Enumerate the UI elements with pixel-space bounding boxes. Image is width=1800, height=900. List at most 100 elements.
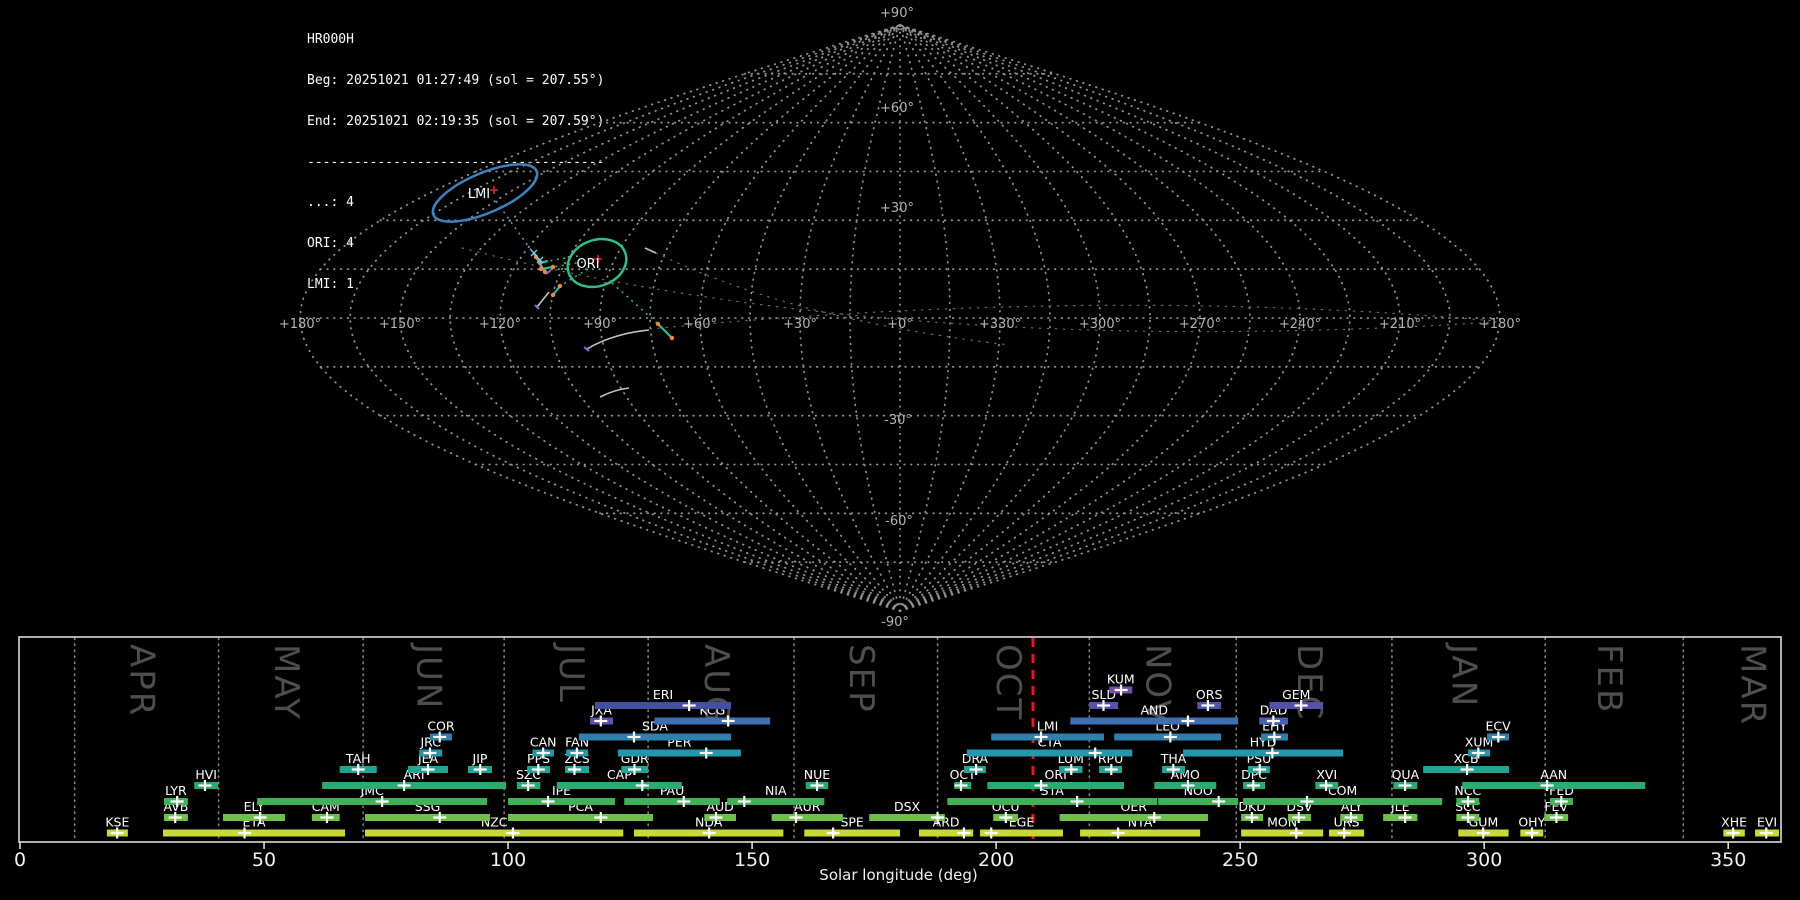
bar-PCA (508, 814, 654, 821)
month-label-APR: APR (121, 644, 161, 717)
bar-label-LMI: LMI (1037, 719, 1058, 734)
bar-label-ORS: ORS (1196, 687, 1223, 702)
x-tick-label: 200 (978, 849, 1014, 871)
bar-label-ECV: ECV (1485, 719, 1511, 734)
bar-label-CAN: CAN (530, 735, 557, 750)
bar-label-JIP: JIP (472, 751, 488, 766)
radiant-map-and-activity-chart: LMI ORI +90° -90° +60° +30° -30° -60° +180° +150°… (14, 6, 1782, 884)
bar-label-NUE: NUE (804, 767, 830, 782)
month-label-SEP: SEP (841, 644, 881, 714)
trail-endpoint-dot (550, 292, 556, 298)
bar-AAN (1462, 782, 1646, 789)
longitude-label: +60° (683, 317, 717, 332)
month-label-MAR: MAR (1733, 644, 1773, 726)
south-pole-label: -90° (881, 615, 909, 630)
longitude-label: +210° (1379, 317, 1421, 332)
sky-map: LMI ORI +90° -90° +60° +30° -30° -60° +180° +150°… (279, 6, 1521, 630)
bar-label-EVI: EVI (1757, 815, 1777, 830)
bar-NZC (365, 829, 624, 837)
bar-label-SPE: SPE (840, 815, 863, 830)
bar-AND (1070, 717, 1239, 725)
bar-label-XHE: XHE (1721, 815, 1747, 830)
x-tick-label: 0 (14, 849, 26, 871)
month-label-FEB: FEB (1589, 644, 1629, 714)
longitude-label: +30° (783, 317, 817, 332)
longitude-label: +120° (479, 317, 521, 332)
sporadic-meteor-trail (586, 329, 650, 350)
bar-STA (947, 798, 1158, 805)
bar-NOO (1158, 798, 1239, 805)
month-label-DEC: DEC (1289, 644, 1329, 721)
trail-endpoint-dot (669, 335, 675, 341)
sporadic-meteor-trail (536, 291, 550, 308)
month-label-OCT: OCT (988, 644, 1028, 721)
longitude-label: +180° (1479, 317, 1521, 332)
bar-label-LYR: LYR (165, 783, 187, 798)
bar-label-TAH: TAH (345, 751, 371, 766)
bar-SDA (578, 733, 732, 741)
shower-meteor-trail (657, 323, 673, 339)
x-tick-label: 350 (1710, 849, 1746, 871)
month-label-JUL: JUL (551, 642, 591, 704)
bar-label-XVI: XVI (1316, 767, 1337, 782)
bar-label-QUA: QUA (1392, 767, 1420, 782)
x-tick-label: 50 (252, 849, 276, 871)
sporadic-meteor-trail (644, 247, 657, 254)
bar-label-GEM: GEM (1282, 687, 1310, 702)
longitude-label: +330° (979, 317, 1021, 332)
bar-label-COR: COR (427, 719, 455, 734)
bar-label-OHY: OHY (1518, 815, 1545, 830)
trail-endpoint-dot (550, 264, 556, 270)
grid-meridian (899, 24, 1201, 612)
x-tick-label: 300 (1466, 849, 1502, 871)
bar-KCG (654, 717, 771, 725)
month-label-JAN: JAN (1444, 642, 1484, 708)
bar-COM (1243, 798, 1443, 805)
radiant-label-ORI: ORI (576, 257, 599, 272)
bar-AUR (771, 814, 843, 821)
bar-label-THA: THA (1160, 751, 1187, 766)
bar-label-AAN: AAN (1540, 767, 1567, 782)
x-axis-title: Solar longitude (deg) (819, 866, 977, 884)
bar-CTA (966, 749, 1133, 757)
shower-trail-pointing-line (547, 255, 579, 262)
bar-ARI (322, 782, 507, 789)
north-pole-label: +90° (880, 6, 914, 21)
trail-endpoint-dot (538, 266, 544, 272)
shower-trail-pointing-line (495, 200, 537, 258)
bar-SPE (804, 829, 900, 837)
longitude-label: +0° (887, 317, 913, 332)
bar-HYD (1183, 749, 1344, 757)
bar-LMI (991, 733, 1104, 741)
bar-CAP (556, 782, 682, 789)
bar-SSG (365, 814, 491, 821)
longitude-label: +150° (379, 317, 421, 332)
latitude-label: +30° (880, 201, 914, 216)
latitude-label: +60° (880, 101, 914, 116)
bar-ETA (163, 829, 346, 837)
bar-label-DSX: DSX (894, 799, 921, 814)
bar-OER (1059, 814, 1208, 821)
bar-label-KSE: KSE (105, 815, 129, 830)
trail-endpoint-dot (655, 321, 661, 327)
bar-PAU (624, 798, 720, 805)
activity-chart: APR MAY JUN JUL AUG SEP OCT NOV DEC JAN FEB MARKSE E… (14, 636, 1782, 884)
trail-endpoint-dot (557, 283, 563, 289)
screenshot-root: HR000H Beg: 20251021 01:27:49 (sol = 207… (0, 0, 1800, 900)
bar-ORI (987, 782, 1124, 789)
radiant-label-LMI: LMI (468, 187, 490, 202)
month-label-MAY: MAY (266, 644, 306, 721)
bar-IPE (508, 798, 615, 805)
latitude-label: -30° (884, 413, 912, 428)
bar-label-AND: AND (1140, 703, 1168, 718)
bar-ERI (594, 702, 732, 709)
longitude-label: +180° (279, 317, 321, 332)
bar-PER (617, 749, 741, 757)
bar-JMC (257, 798, 488, 805)
bar-label-ERI: ERI (653, 687, 673, 702)
bar-NTA (1080, 829, 1201, 837)
x-tick-label: 100 (490, 849, 526, 871)
longitude-label: +90° (583, 317, 617, 332)
x-tick-label: 150 (734, 849, 770, 871)
x-tick-label: 250 (1222, 849, 1258, 871)
